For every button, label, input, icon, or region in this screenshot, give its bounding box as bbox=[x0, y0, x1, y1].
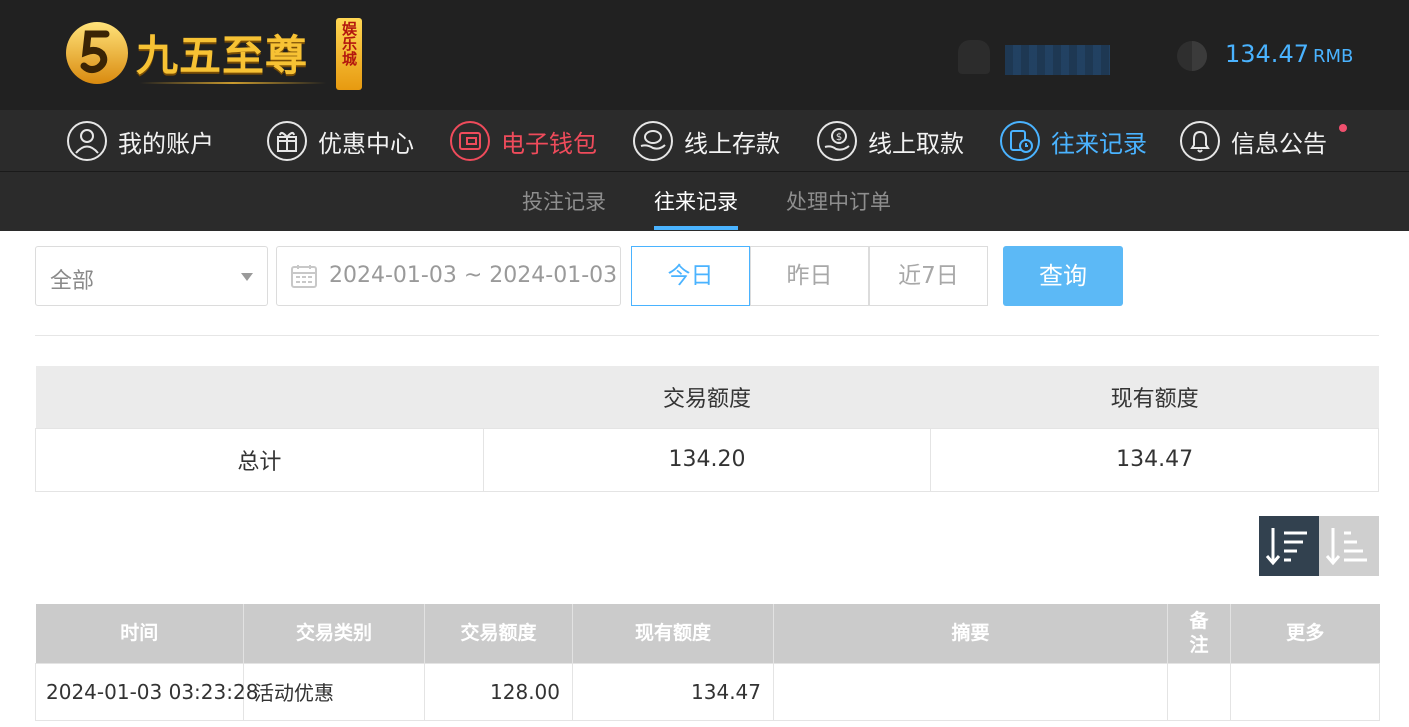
active-tab-indicator bbox=[654, 226, 738, 230]
records-icon bbox=[1000, 121, 1040, 161]
col-summary[interactable]: 摘要 bbox=[773, 604, 1168, 663]
brand-logo[interactable]: 九五至尊 娱乐城 bbox=[62, 14, 364, 94]
transaction-type-select[interactable]: 全部 bbox=[35, 246, 268, 306]
quick-last7days-button[interactable]: 近7日 bbox=[869, 246, 988, 306]
sort-descending-button[interactable] bbox=[1259, 516, 1319, 576]
cell-note bbox=[1167, 662, 1231, 721]
logo-emblem-icon bbox=[66, 22, 128, 84]
sort-desc-icon bbox=[1265, 528, 1307, 566]
cell-amount: 128.00 bbox=[424, 662, 573, 721]
nav-announcements[interactable]: 信息公告 bbox=[1179, 110, 1327, 172]
nav-label: 线上存款 bbox=[684, 129, 780, 158]
summary-total-current: 134.47 bbox=[930, 427, 1379, 492]
date-range-input[interactable]: 2024-01-03 ~ 2024-01-03 bbox=[276, 246, 621, 306]
search-button[interactable]: 查询 bbox=[1003, 246, 1123, 306]
nav-label: 线上取款 bbox=[868, 129, 964, 158]
summary-header-blank bbox=[35, 366, 484, 428]
col-time[interactable]: 时间 bbox=[35, 604, 244, 663]
cell-time: 2024-01-03 03:23:28 bbox=[35, 662, 258, 721]
account-balance: 134.47 RMB bbox=[1225, 40, 1353, 68]
logo-ornament bbox=[140, 82, 326, 84]
caret-down-icon bbox=[241, 273, 253, 281]
brand-badge-text: 娱乐城 bbox=[340, 21, 358, 66]
nav-promotions[interactable]: 优惠中心 bbox=[266, 110, 414, 172]
calendar-icon bbox=[291, 265, 317, 288]
cell-type: 活动优惠 bbox=[243, 662, 425, 721]
summary-header-transaction: 交易额度 bbox=[483, 366, 931, 428]
deposit-icon bbox=[633, 121, 673, 161]
bell-icon bbox=[1180, 121, 1220, 161]
nav-label: 往来记录 bbox=[1051, 129, 1147, 158]
main-nav: 我的账户 优惠中心 电子钱包 线上存款 $ 线上取款 往来记录 信息公告 bbox=[0, 110, 1409, 172]
tab-bet-records[interactable]: 投注记录 bbox=[522, 186, 606, 216]
col-type[interactable]: 交易类别 bbox=[243, 604, 425, 663]
nav-online-deposit[interactable]: 线上存款 bbox=[632, 110, 780, 172]
table-row[interactable]: 2024-01-03 03:23:28 活动优惠 128.00 134.47 bbox=[35, 662, 1380, 721]
records-header-row: 时间 交易类别 交易额度 现有额度 摘要 备注 更多 bbox=[35, 604, 1380, 663]
summary-total-row: 总计 134.20 134.47 bbox=[35, 427, 1379, 492]
tab-transaction-records[interactable]: 往来记录 bbox=[654, 186, 738, 216]
withdraw-icon: $ bbox=[817, 121, 857, 161]
balance-wallet-icon bbox=[1177, 41, 1207, 71]
col-amount[interactable]: 交易额度 bbox=[424, 604, 573, 663]
brand-name: 九五至尊 bbox=[136, 31, 309, 80]
col-note-label: 备注 bbox=[1189, 610, 1209, 657]
masked-username[interactable] bbox=[1005, 45, 1110, 75]
notification-dot bbox=[1339, 124, 1347, 132]
col-balance[interactable]: 现有额度 bbox=[572, 604, 774, 663]
svg-text:$: $ bbox=[836, 132, 842, 143]
summary-header-row: 交易额度 现有额度 bbox=[35, 366, 1379, 428]
select-value: 全部 bbox=[50, 269, 95, 294]
summary-total-transaction: 134.20 bbox=[482, 427, 932, 492]
nav-label: 信息公告 bbox=[1231, 129, 1327, 158]
summary-header-current: 现有额度 bbox=[930, 366, 1379, 428]
records-table: 时间 交易类别 交易额度 现有额度 摘要 备注 更多 2024-01-03 03… bbox=[35, 604, 1380, 721]
nav-online-withdraw[interactable]: $ 线上取款 bbox=[816, 110, 964, 172]
summary-total-label: 总计 bbox=[35, 427, 484, 492]
quick-today-button[interactable]: 今日 bbox=[631, 246, 750, 306]
sort-ascending-button[interactable] bbox=[1319, 516, 1379, 576]
quick-yesterday-button[interactable]: 昨日 bbox=[750, 246, 869, 306]
nav-my-account[interactable]: 我的账户 bbox=[66, 110, 214, 172]
top-header: 九五至尊 娱乐城 134.47 RMB bbox=[0, 0, 1409, 110]
cell-more[interactable] bbox=[1230, 662, 1380, 721]
summary-table: 交易额度 现有额度 总计 134.20 134.47 bbox=[35, 366, 1379, 492]
balance-amount: 134.47 bbox=[1225, 40, 1309, 68]
tab-pending-orders[interactable]: 处理中订单 bbox=[786, 186, 891, 216]
nav-e-wallet[interactable]: 电子钱包 bbox=[449, 110, 597, 172]
gift-icon bbox=[267, 121, 307, 161]
wallet-icon bbox=[450, 121, 490, 161]
col-note[interactable]: 备注 bbox=[1167, 604, 1231, 663]
cell-balance: 134.47 bbox=[572, 662, 774, 721]
nav-transaction-records[interactable]: 往来记录 bbox=[999, 110, 1147, 172]
user-icon bbox=[67, 121, 107, 161]
date-range-value: 2024-01-03 ~ 2024-01-03 bbox=[329, 263, 618, 288]
nav-label: 优惠中心 bbox=[318, 129, 414, 158]
sort-asc-icon bbox=[1325, 528, 1367, 566]
cell-summary bbox=[773, 662, 1168, 721]
divider bbox=[35, 335, 1379, 336]
nav-label: 我的账户 bbox=[118, 129, 214, 158]
nav-label: 电子钱包 bbox=[501, 129, 597, 158]
col-more[interactable]: 更多 bbox=[1230, 604, 1380, 663]
brand-badge: 娱乐城 bbox=[336, 18, 362, 90]
balance-currency: RMB bbox=[1312, 46, 1354, 67]
user-avatar[interactable] bbox=[958, 40, 990, 74]
sub-nav: 投注记录 往来记录 处理中订单 bbox=[0, 172, 1409, 231]
